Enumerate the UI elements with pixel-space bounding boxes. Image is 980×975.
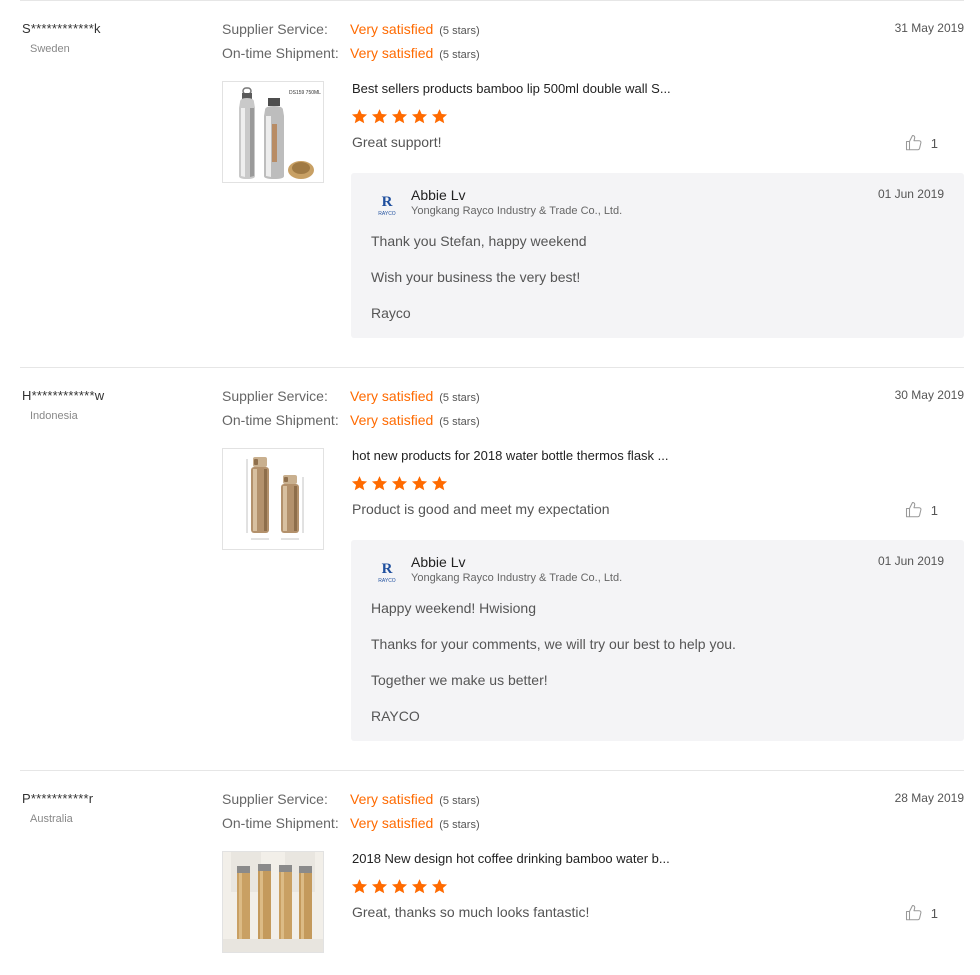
seller-reply: R RAYCO Abbie Lv Yongkang Rayco Industry… xyxy=(351,173,964,338)
supplier-service-rating: Supplier Service: Very satisfied (5 stars) xyxy=(222,791,480,807)
seller-company: Yongkang Rayco Industry & Trade Co., Ltd… xyxy=(411,572,623,584)
like-count: 1 xyxy=(930,135,938,151)
rating-value: Very satisfied xyxy=(350,388,434,404)
svg-text:RAYCO: RAYCO xyxy=(378,578,396,584)
buyer-name: H************w xyxy=(22,388,105,403)
rating-stars-text: (5 stars) xyxy=(439,392,480,404)
thumbs-up-icon xyxy=(905,501,922,518)
reply-line: Thanks for your comments, we will try ou… xyxy=(371,636,736,652)
star-icon xyxy=(391,109,408,124)
reply-line: Wish your business the very best! xyxy=(371,269,581,285)
reply-line: Thank you Stefan, happy weekend xyxy=(371,233,587,249)
star-icon xyxy=(351,476,368,491)
buyer-name: S************k xyxy=(22,21,101,36)
star-icon xyxy=(391,476,408,491)
seller-name: Abbie Lv xyxy=(411,554,466,570)
seller-logo: R RAYCO xyxy=(378,194,396,217)
star-icon xyxy=(351,879,368,894)
rating-stars xyxy=(351,108,448,125)
product-image-label: DS159 750ML xyxy=(289,90,321,96)
rating-stars-text: (5 stars) xyxy=(439,416,480,428)
star-icon xyxy=(411,476,428,491)
seller-reply: R RAYCO Abbie Lv Yongkang Rayco Industry… xyxy=(351,540,964,741)
star-icon xyxy=(431,476,448,491)
seller-company: Yongkang Rayco Industry & Trade Co., Ltd… xyxy=(411,205,623,217)
svg-text:R: R xyxy=(382,194,393,210)
review-item: H************w Indonesia 30 May 2019 Sup… xyxy=(20,367,964,770)
review-item: S************k Sweden 31 May 2019 Suppli… xyxy=(20,0,964,367)
reply-line: Together we make us better! xyxy=(371,672,548,688)
supplier-service-rating: Supplier Service: Very satisfied (5 stars) xyxy=(222,21,480,37)
like-button[interactable]: 1 xyxy=(905,134,938,152)
buyer-country: Australia xyxy=(30,813,73,825)
rating-label: Supplier Service: xyxy=(222,791,328,807)
buyer-name: P***********r xyxy=(22,791,94,806)
product-title-link[interactable]: 2018 New design hot coffee drinking bamb… xyxy=(352,851,670,866)
svg-text:R: R xyxy=(382,561,393,577)
thumbs-up-icon xyxy=(905,904,922,921)
rating-label: On-time Shipment: xyxy=(222,815,339,831)
star-icon xyxy=(351,109,368,124)
reply-date: 01 Jun 2019 xyxy=(877,554,944,568)
star-icon xyxy=(431,109,448,124)
rating-stars xyxy=(351,878,448,895)
reply-line: RAYCO xyxy=(371,708,420,724)
review-item: P***********r Australia 28 May 2019 Supp… xyxy=(20,770,964,975)
star-icon xyxy=(371,879,388,894)
thumbs-up-icon xyxy=(905,134,922,151)
supplier-service-rating: Supplier Service: Very satisfied (5 stars) xyxy=(222,388,480,404)
rating-value: Very satisfied xyxy=(350,45,434,61)
rating-label: On-time Shipment: xyxy=(222,45,339,61)
rating-label: Supplier Service: xyxy=(222,21,328,37)
rating-value: Very satisfied xyxy=(350,815,434,831)
review-comment: Great support! xyxy=(352,134,442,150)
rating-stars-text: (5 stars) xyxy=(439,49,480,61)
rating-stars-text: (5 stars) xyxy=(439,819,480,831)
star-icon xyxy=(431,879,448,894)
seller-logo: R RAYCO xyxy=(378,561,396,584)
product-thumbnail[interactable] xyxy=(222,851,324,953)
like-count: 1 xyxy=(930,905,938,921)
star-icon xyxy=(411,109,428,124)
product-thumbnail[interactable] xyxy=(222,448,324,550)
rating-value: Very satisfied xyxy=(350,21,434,37)
buyer-country: Indonesia xyxy=(30,410,78,422)
rating-value: Very satisfied xyxy=(350,791,434,807)
star-icon xyxy=(371,109,388,124)
rating-stars-text: (5 stars) xyxy=(439,25,480,37)
rating-value: Very satisfied xyxy=(350,412,434,428)
review-comment: Product is good and meet my expectation xyxy=(352,501,610,517)
product-title-link[interactable]: Best sellers products bamboo lip 500ml d… xyxy=(352,81,671,96)
reply-date: 01 Jun 2019 xyxy=(877,187,944,201)
ontime-shipment-rating: On-time Shipment: Very satisfied (5 stars) xyxy=(222,815,480,831)
rating-stars-text: (5 stars) xyxy=(439,795,480,807)
star-icon xyxy=(371,476,388,491)
ontime-shipment-rating: On-time Shipment: Very satisfied (5 stars) xyxy=(222,412,480,428)
review-date: 31 May 2019 xyxy=(894,21,964,35)
seller-name: Abbie Lv xyxy=(411,187,466,203)
review-date: 28 May 2019 xyxy=(894,791,964,805)
product-title-link[interactable]: hot new products for 2018 water bottle t… xyxy=(352,448,669,463)
buyer-country: Sweden xyxy=(30,43,70,55)
rating-stars xyxy=(351,475,448,492)
ontime-shipment-rating: On-time Shipment: Very satisfied (5 stars) xyxy=(222,45,480,61)
star-icon xyxy=(391,879,408,894)
review-comment: Great, thanks so much looks fantastic! xyxy=(352,904,590,920)
reply-line: Happy weekend! Hwisiong xyxy=(371,600,536,616)
svg-text:RAYCO: RAYCO xyxy=(378,211,396,217)
product-thumbnail[interactable]: DS159 750ML xyxy=(222,81,324,183)
like-button[interactable]: 1 xyxy=(905,501,938,519)
rating-label: Supplier Service: xyxy=(222,388,328,404)
rating-label: On-time Shipment: xyxy=(222,412,339,428)
reply-line: Rayco xyxy=(371,305,411,321)
like-button[interactable]: 1 xyxy=(905,904,938,922)
review-date: 30 May 2019 xyxy=(894,388,964,402)
star-icon xyxy=(411,879,428,894)
like-count: 1 xyxy=(930,502,938,518)
